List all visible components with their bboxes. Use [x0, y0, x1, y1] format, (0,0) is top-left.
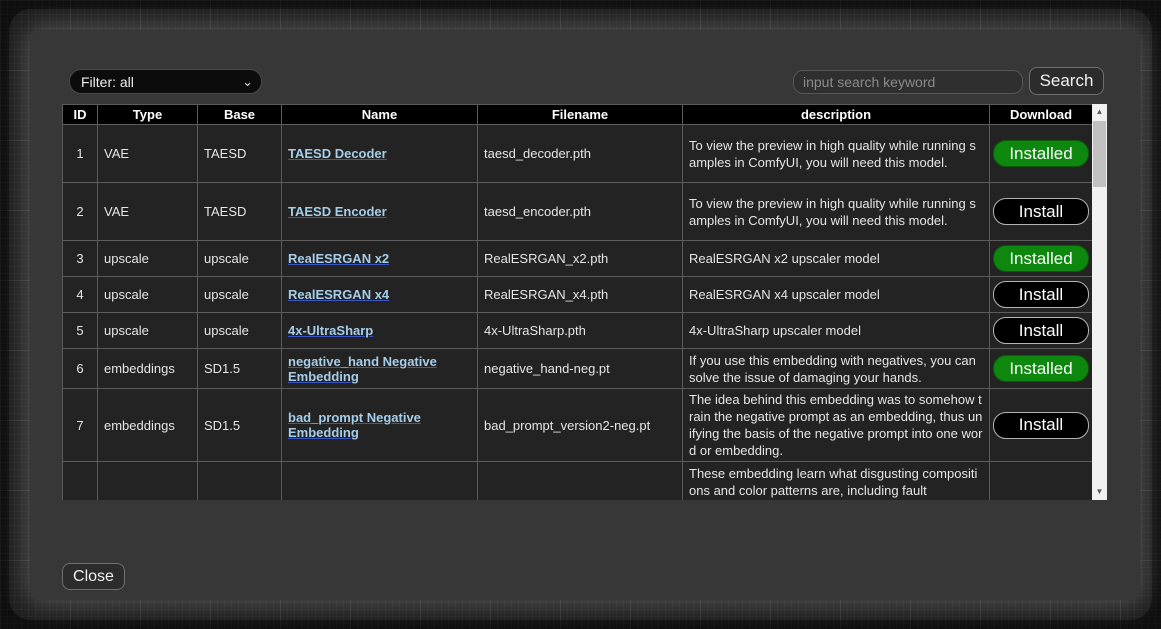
table-row: 3upscaleupscaleRealESRGAN x2RealESRGAN_x…	[63, 241, 1093, 277]
models-table: IDTypeBaseNameFilenamedescriptionDownloa…	[62, 104, 1092, 500]
model-name-link[interactable]: bad_prompt Negative Embedding	[288, 410, 421, 440]
cell-name: RealESRGAN x4	[282, 277, 478, 313]
cell-id	[63, 462, 98, 501]
install-button[interactable]: Install	[993, 412, 1089, 439]
model-name-link[interactable]: TAESD Encoder	[288, 204, 387, 219]
install-button[interactable]: Install	[993, 281, 1089, 308]
cell-base: TAESD	[198, 183, 282, 241]
cell-filename: RealESRGAN_x4.pth	[478, 277, 683, 313]
models-table-scroll-area[interactable]: IDTypeBaseNameFilenamedescriptionDownloa…	[62, 104, 1092, 500]
cell-description: To view the preview in high quality whil…	[683, 125, 990, 183]
model-name-link[interactable]: TAESD Decoder	[288, 146, 387, 161]
search-button[interactable]: Search	[1029, 67, 1104, 95]
cell-type: upscale	[98, 241, 198, 277]
cell-id: 6	[63, 349, 98, 389]
cell-base: SD1.5	[198, 389, 282, 462]
cell-download	[990, 462, 1093, 501]
cell-base: upscale	[198, 277, 282, 313]
cell-type: embeddings	[98, 349, 198, 389]
cell-type	[98, 462, 198, 501]
column-header-description: description	[683, 105, 990, 125]
installed-button[interactable]: Installed	[993, 355, 1089, 382]
cell-name: 4x-UltraSharp	[282, 313, 478, 349]
cell-name: negative_hand Negative Embedding	[282, 349, 478, 389]
cell-id: 1	[63, 125, 98, 183]
cell-name	[282, 462, 478, 501]
cell-base: upscale	[198, 313, 282, 349]
cell-id: 2	[63, 183, 98, 241]
model-name-link[interactable]: RealESRGAN x4	[288, 287, 389, 302]
install-button[interactable]: Install	[993, 198, 1089, 225]
table-row: 4upscaleupscaleRealESRGAN x4RealESRGAN_x…	[63, 277, 1093, 313]
cell-description: 4x-UltraSharp upscaler model	[683, 313, 990, 349]
table-row: 6embeddingsSD1.5negative_hand Negative E…	[63, 349, 1093, 389]
model-name-link[interactable]: negative_hand Negative Embedding	[288, 354, 437, 384]
cell-base: TAESD	[198, 125, 282, 183]
cell-id: 7	[63, 389, 98, 462]
scroll-up-icon[interactable]: ▲	[1092, 104, 1107, 120]
cell-download: Install	[990, 183, 1093, 241]
cell-name: bad_prompt Negative Embedding	[282, 389, 478, 462]
scrollbar-thumb[interactable]	[1093, 121, 1106, 187]
cell-download: Installed	[990, 125, 1093, 183]
cell-filename	[478, 462, 683, 501]
cell-name: TAESD Decoder	[282, 125, 478, 183]
table-row: 5upscaleupscale4x-UltraSharp4x-UltraShar…	[63, 313, 1093, 349]
cell-type: VAE	[98, 183, 198, 241]
cell-filename: taesd_decoder.pth	[478, 125, 683, 183]
cell-type: VAE	[98, 125, 198, 183]
cell-name: TAESD Encoder	[282, 183, 478, 241]
column-header-filename: Filename	[478, 105, 683, 125]
cell-name: RealESRGAN x2	[282, 241, 478, 277]
cell-download: Installed	[990, 349, 1093, 389]
cell-type: upscale	[98, 313, 198, 349]
table-row: 7embeddingsSD1.5bad_prompt Negative Embe…	[63, 389, 1093, 462]
search-input[interactable]	[793, 70, 1023, 94]
model-name-link[interactable]: 4x-UltraSharp	[288, 323, 373, 338]
column-header-name: Name	[282, 105, 478, 125]
column-header-id: ID	[63, 105, 98, 125]
cell-description: These embedding learn what disgusting co…	[683, 462, 990, 501]
cell-type: upscale	[98, 277, 198, 313]
cell-download: Install	[990, 313, 1093, 349]
cell-base	[198, 462, 282, 501]
cell-description: The idea behind this embedding was to so…	[683, 389, 990, 462]
table-scrollbar[interactable]: ▲ ▼	[1092, 104, 1107, 500]
table-header-row: IDTypeBaseNameFilenamedescriptionDownloa…	[63, 105, 1093, 125]
cell-filename: taesd_encoder.pth	[478, 183, 683, 241]
table-row: 2VAETAESD TAESD Encoder taesd_encoder.pthT…	[63, 183, 1093, 241]
filter-dropdown-wrap: Filter: all ⌄	[69, 69, 262, 94]
table-row: 1VAETAESD TAESD Decoder taesd_decoder.pthT…	[63, 125, 1093, 183]
install-models-dialog: Filter: all ⌄ Search IDTypeBaseNameFilen…	[30, 30, 1140, 600]
cell-id: 4	[63, 277, 98, 313]
cell-type: embeddings	[98, 389, 198, 462]
filter-dropdown[interactable]: Filter: all	[69, 69, 262, 94]
table-row: These embedding learn what disgusting co…	[63, 462, 1093, 501]
cell-download: Install	[990, 277, 1093, 313]
cell-description: RealESRGAN x2 upscaler model	[683, 241, 990, 277]
cell-description: RealESRGAN x4 upscaler model	[683, 277, 990, 313]
column-header-type: Type	[98, 105, 198, 125]
cell-id: 3	[63, 241, 98, 277]
cell-filename: bad_prompt_version2-neg.pt	[478, 389, 683, 462]
model-name-link[interactable]: RealESRGAN x2	[288, 251, 389, 266]
cell-filename: 4x-UltraSharp.pth	[478, 313, 683, 349]
installed-button[interactable]: Installed	[993, 245, 1089, 272]
cell-filename: negative_hand-neg.pt	[478, 349, 683, 389]
cell-download: Install	[990, 389, 1093, 462]
column-header-download: Download	[990, 105, 1093, 125]
install-button[interactable]: Install	[993, 317, 1089, 344]
close-button[interactable]: Close	[62, 563, 125, 590]
models-table-zone: IDTypeBaseNameFilenamedescriptionDownloa…	[62, 104, 1107, 500]
cell-filename: RealESRGAN_x2.pth	[478, 241, 683, 277]
cell-description: If you use this embedding with negatives…	[683, 349, 990, 389]
column-header-base: Base	[198, 105, 282, 125]
installed-button[interactable]: Installed	[993, 140, 1089, 167]
cell-download: Installed	[990, 241, 1093, 277]
cell-base: SD1.5	[198, 349, 282, 389]
scroll-down-icon[interactable]: ▼	[1092, 484, 1107, 500]
cell-description: To view the preview in high quality whil…	[683, 183, 990, 241]
cell-id: 5	[63, 313, 98, 349]
cell-base: upscale	[198, 241, 282, 277]
